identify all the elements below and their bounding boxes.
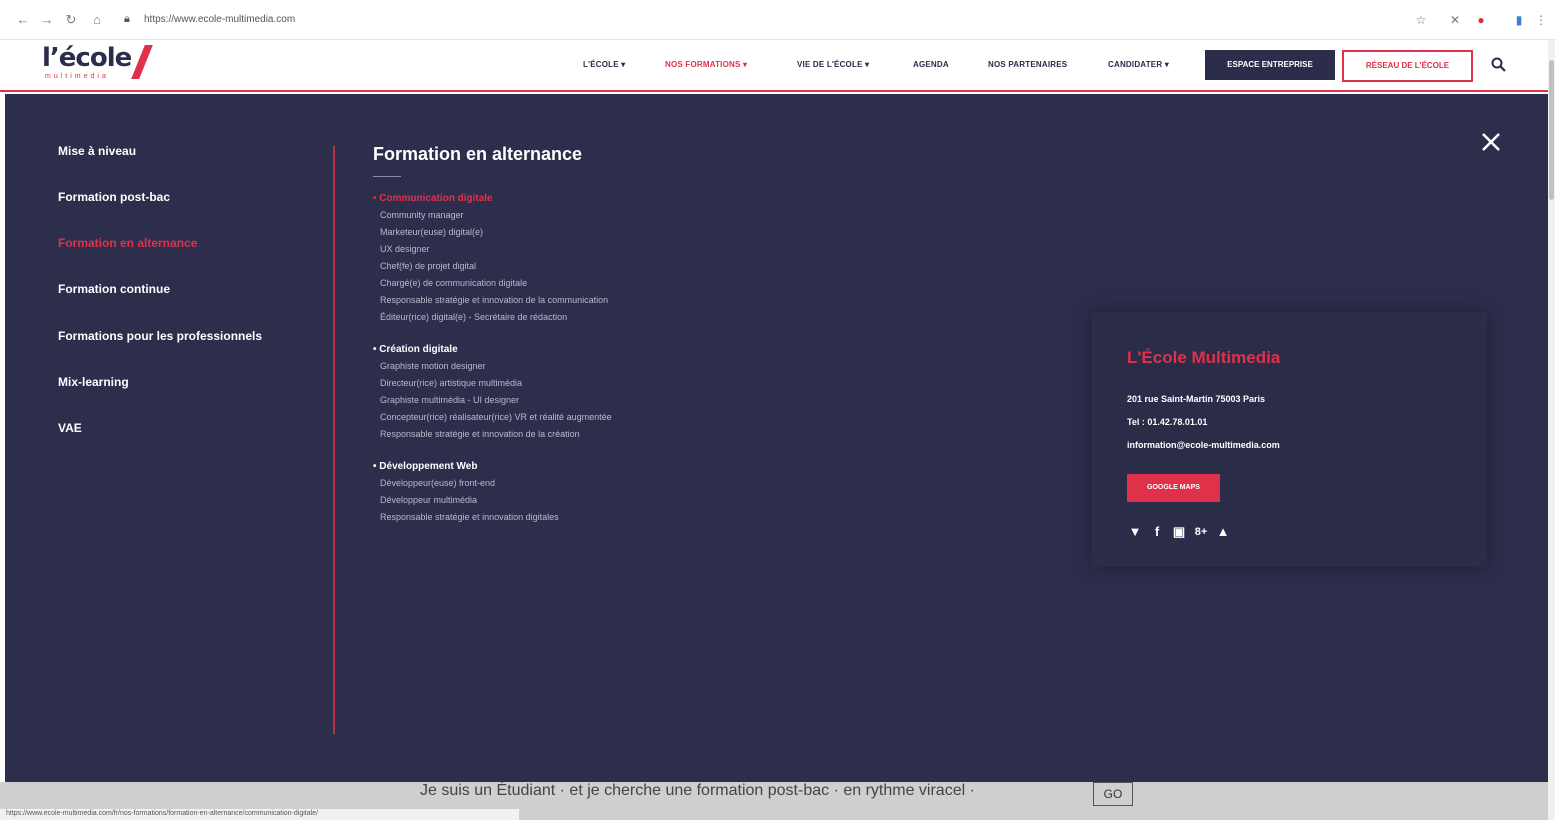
- search-sentence: Je suis un Étudiant · et je cherche une …: [420, 782, 975, 799]
- category-professionnels[interactable]: Formations pour les professionnels: [58, 329, 262, 343]
- browser-toolbar: ← → ↻ ⌂ 🔒︎ https://www.ecole-multimedia.…: [0, 0, 1555, 40]
- close-icon[interactable]: [1477, 128, 1505, 156]
- youtube-icon[interactable]: ▲: [1215, 524, 1231, 540]
- browser-status-bar: https://www.ecole-multimedia.com/fr/nos-…: [0, 808, 520, 820]
- google-maps-button[interactable]: GOOGLE MAPS: [1127, 474, 1220, 502]
- twitter-icon[interactable]: ▼: [1127, 524, 1143, 540]
- nav-item-formations[interactable]: NOS FORMATIONS ▾: [665, 60, 747, 69]
- reload-icon[interactable]: ↻: [62, 11, 80, 29]
- formation-link[interactable]: Community manager: [380, 210, 464, 220]
- contact-card: L'École Multimedia 201 rue Saint-Martin …: [1092, 312, 1487, 567]
- category-post-bac[interactable]: Formation post-bac: [58, 190, 170, 204]
- status-url: https://www.ecole-multimedia.com/fr/nos-…: [6, 810, 319, 817]
- formations-mega-menu: Mise à niveau Formation post-bac Formati…: [5, 94, 1548, 782]
- menu-dots-icon[interactable]: ⋮: [1532, 11, 1550, 29]
- category-continue[interactable]: Formation continue: [58, 282, 170, 296]
- formation-link[interactable]: UX designer: [380, 244, 430, 254]
- url-text[interactable]: https://www.ecole-multimedia.com: [144, 14, 295, 25]
- arrow-right-icon[interactable]: →: [38, 11, 56, 29]
- formation-link[interactable]: Chargé(e) de communication digitale: [380, 278, 527, 288]
- formation-link[interactable]: Graphiste motion designer: [380, 361, 486, 371]
- group-communication-digitale[interactable]: • Communication digitale: [373, 193, 493, 204]
- facebook-icon[interactable]: f: [1149, 524, 1165, 540]
- menu-divider: [333, 146, 335, 734]
- formation-link[interactable]: Responsable stratégie et innovation de l…: [380, 429, 580, 439]
- category-alternance[interactable]: Formation en alternance: [58, 236, 197, 250]
- star-icon[interactable]: ☆: [1412, 11, 1430, 29]
- address-bar[interactable]: 🔒︎ https://www.ecole-multimedia.com: [120, 10, 1410, 32]
- formation-link[interactable]: Graphiste multimédia - UI designer: [380, 395, 519, 405]
- nav-item-candidater[interactable]: CANDIDATER ▾: [1108, 60, 1169, 69]
- formation-link[interactable]: Responsable stratégie et innovation de l…: [380, 295, 608, 305]
- google-plus-icon[interactable]: 8+: [1193, 524, 1209, 540]
- category-vae[interactable]: VAE: [58, 421, 82, 435]
- logo-slash-mark: [131, 45, 153, 79]
- logo-text: l’école: [42, 43, 132, 73]
- formation-link[interactable]: Marketeur(euse) digital(e): [380, 227, 483, 237]
- card-title: L'École Multimedia: [1127, 348, 1281, 367]
- extension-blue-icon[interactable]: ▮: [1510, 11, 1528, 29]
- linkedin-icon[interactable]: ▣: [1171, 524, 1187, 540]
- category-mix-learning[interactable]: Mix-learning: [58, 375, 129, 389]
- formation-link[interactable]: Chef(fe) de projet digital: [380, 261, 476, 271]
- extension-record-icon[interactable]: ●: [1472, 11, 1490, 29]
- home-icon[interactable]: ⌂: [88, 11, 106, 29]
- group-developpement-web[interactable]: • Développement Web: [373, 461, 477, 472]
- formation-link[interactable]: Développeur multimédia: [380, 495, 477, 505]
- nav-item-agenda[interactable]: AGENDA: [913, 60, 949, 69]
- search-icon[interactable]: [1490, 56, 1508, 74]
- formation-link[interactable]: Directeur(rice) artistique multimédia: [380, 378, 522, 388]
- group-creation-digitale[interactable]: • Création digitale: [373, 344, 458, 355]
- go-button[interactable]: GO: [1093, 782, 1133, 806]
- nav-item-partenaires[interactable]: NOS PARTENAIRES: [988, 60, 1067, 69]
- formation-link[interactable]: Concepteur(rice) réalisateur(rice) VR et…: [380, 412, 612, 422]
- logo-subtext: multimedia: [45, 73, 109, 80]
- formation-link[interactable]: Éditeur(rice) digital(e) - Secrétaire de…: [380, 312, 567, 322]
- card-address: 201 rue Saint-Martin 75003 Paris: [1127, 394, 1266, 404]
- espace-entreprise-button[interactable]: ESPACE ENTREPRISE: [1205, 50, 1335, 80]
- site-header: l’école multimedia L'ÉCOLE ▾ NOS FORMATI…: [0, 40, 1548, 92]
- formation-link[interactable]: Développeur(euse) front-end: [380, 478, 495, 488]
- page-scrollbar[interactable]: [1548, 40, 1555, 820]
- category-mise-a-niveau[interactable]: Mise à niveau: [58, 144, 136, 158]
- title-underline: [373, 176, 401, 177]
- arrow-left-icon[interactable]: ←: [14, 11, 32, 29]
- reseau-ecole-button[interactable]: RÉSEAU DE L'ÉCOLE: [1342, 50, 1473, 82]
- card-phone: Tel : 01.42.78.01.01: [1127, 417, 1208, 427]
- nav-item-vie-ecole[interactable]: VIE DE L'ÉCOLE ▾: [797, 60, 869, 69]
- extension-icon[interactable]: ✕: [1446, 11, 1464, 29]
- lock-icon: 🔒︎: [124, 13, 130, 25]
- site-logo[interactable]: l’école multimedia: [42, 43, 162, 89]
- section-title: Formation en alternance: [373, 144, 583, 164]
- formation-link[interactable]: Responsable stratégie et innovation digi…: [380, 512, 559, 522]
- nav-item-ecole[interactable]: L'ÉCOLE ▾: [583, 60, 625, 69]
- card-email[interactable]: information@ecole-multimedia.com: [1127, 440, 1280, 450]
- scrollbar-thumb[interactable]: [1549, 60, 1554, 200]
